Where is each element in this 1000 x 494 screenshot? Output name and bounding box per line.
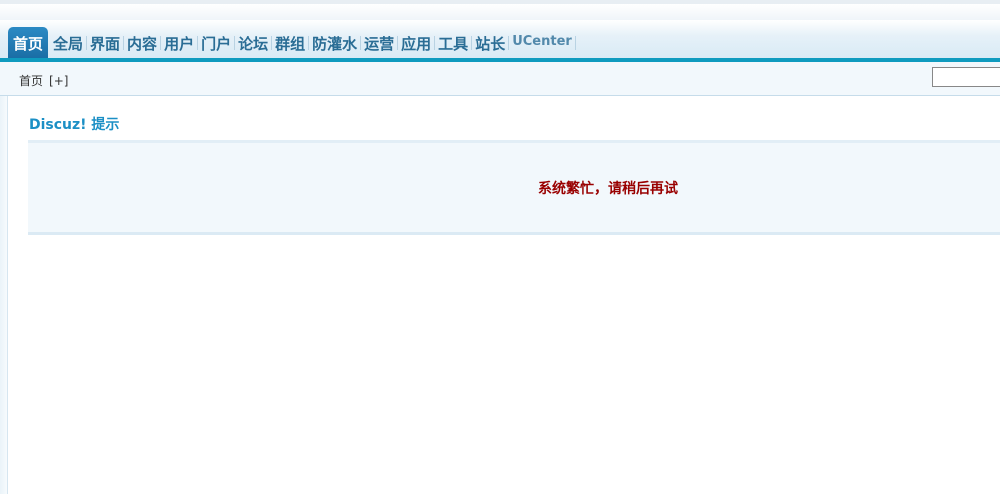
search-input[interactable]: [932, 67, 1000, 87]
nav-ucenter[interactable]: UCenter: [509, 33, 575, 58]
top-strip: [0, 0, 1000, 20]
nav-tools[interactable]: 工具: [435, 35, 471, 58]
nav-separator: [574, 36, 576, 50]
sub-bar: 首页 [+]: [0, 62, 1000, 96]
left-border: [7, 96, 8, 494]
left-gutter: [0, 96, 7, 494]
nav-content[interactable]: 内容: [124, 35, 160, 58]
nav-forum[interactable]: 论坛: [235, 35, 271, 58]
nav-groups[interactable]: 群组: [272, 35, 308, 58]
notice-title: Discuz! 提示: [29, 117, 120, 133]
admin-frame: x 首页 全局 界面 内容 用户 门户 论坛 群组 防灌水 运营 应用 工具 站…: [0, 0, 1000, 494]
nav-portal[interactable]: 门户: [198, 35, 234, 58]
nav-operations[interactable]: 运营: [361, 35, 397, 58]
nav-apps[interactable]: 应用: [398, 35, 434, 58]
nav-home[interactable]: 首页: [8, 27, 49, 58]
breadcrumb: 首页 [+]: [19, 72, 68, 89]
notice-message: 系统繁忙，请稍后再试: [538, 181, 678, 197]
nav-webmaster[interactable]: 站长: [472, 35, 508, 58]
breadcrumb-home[interactable]: 首页: [19, 74, 43, 88]
notice-box: 系统繁忙，请稍后再试: [28, 140, 1000, 235]
nav-interface[interactable]: 界面: [87, 35, 123, 58]
nav-antispam[interactable]: 防灌水: [309, 35, 360, 58]
nav-global[interactable]: 全局: [50, 35, 86, 58]
main-nav: 首页 全局 界面 内容 用户 门户 论坛 群组 防灌水 运营 应用 工具 站长 …: [8, 20, 576, 58]
add-shortcut-button[interactable]: [+]: [49, 74, 68, 88]
nav-users[interactable]: 用户: [161, 35, 197, 58]
